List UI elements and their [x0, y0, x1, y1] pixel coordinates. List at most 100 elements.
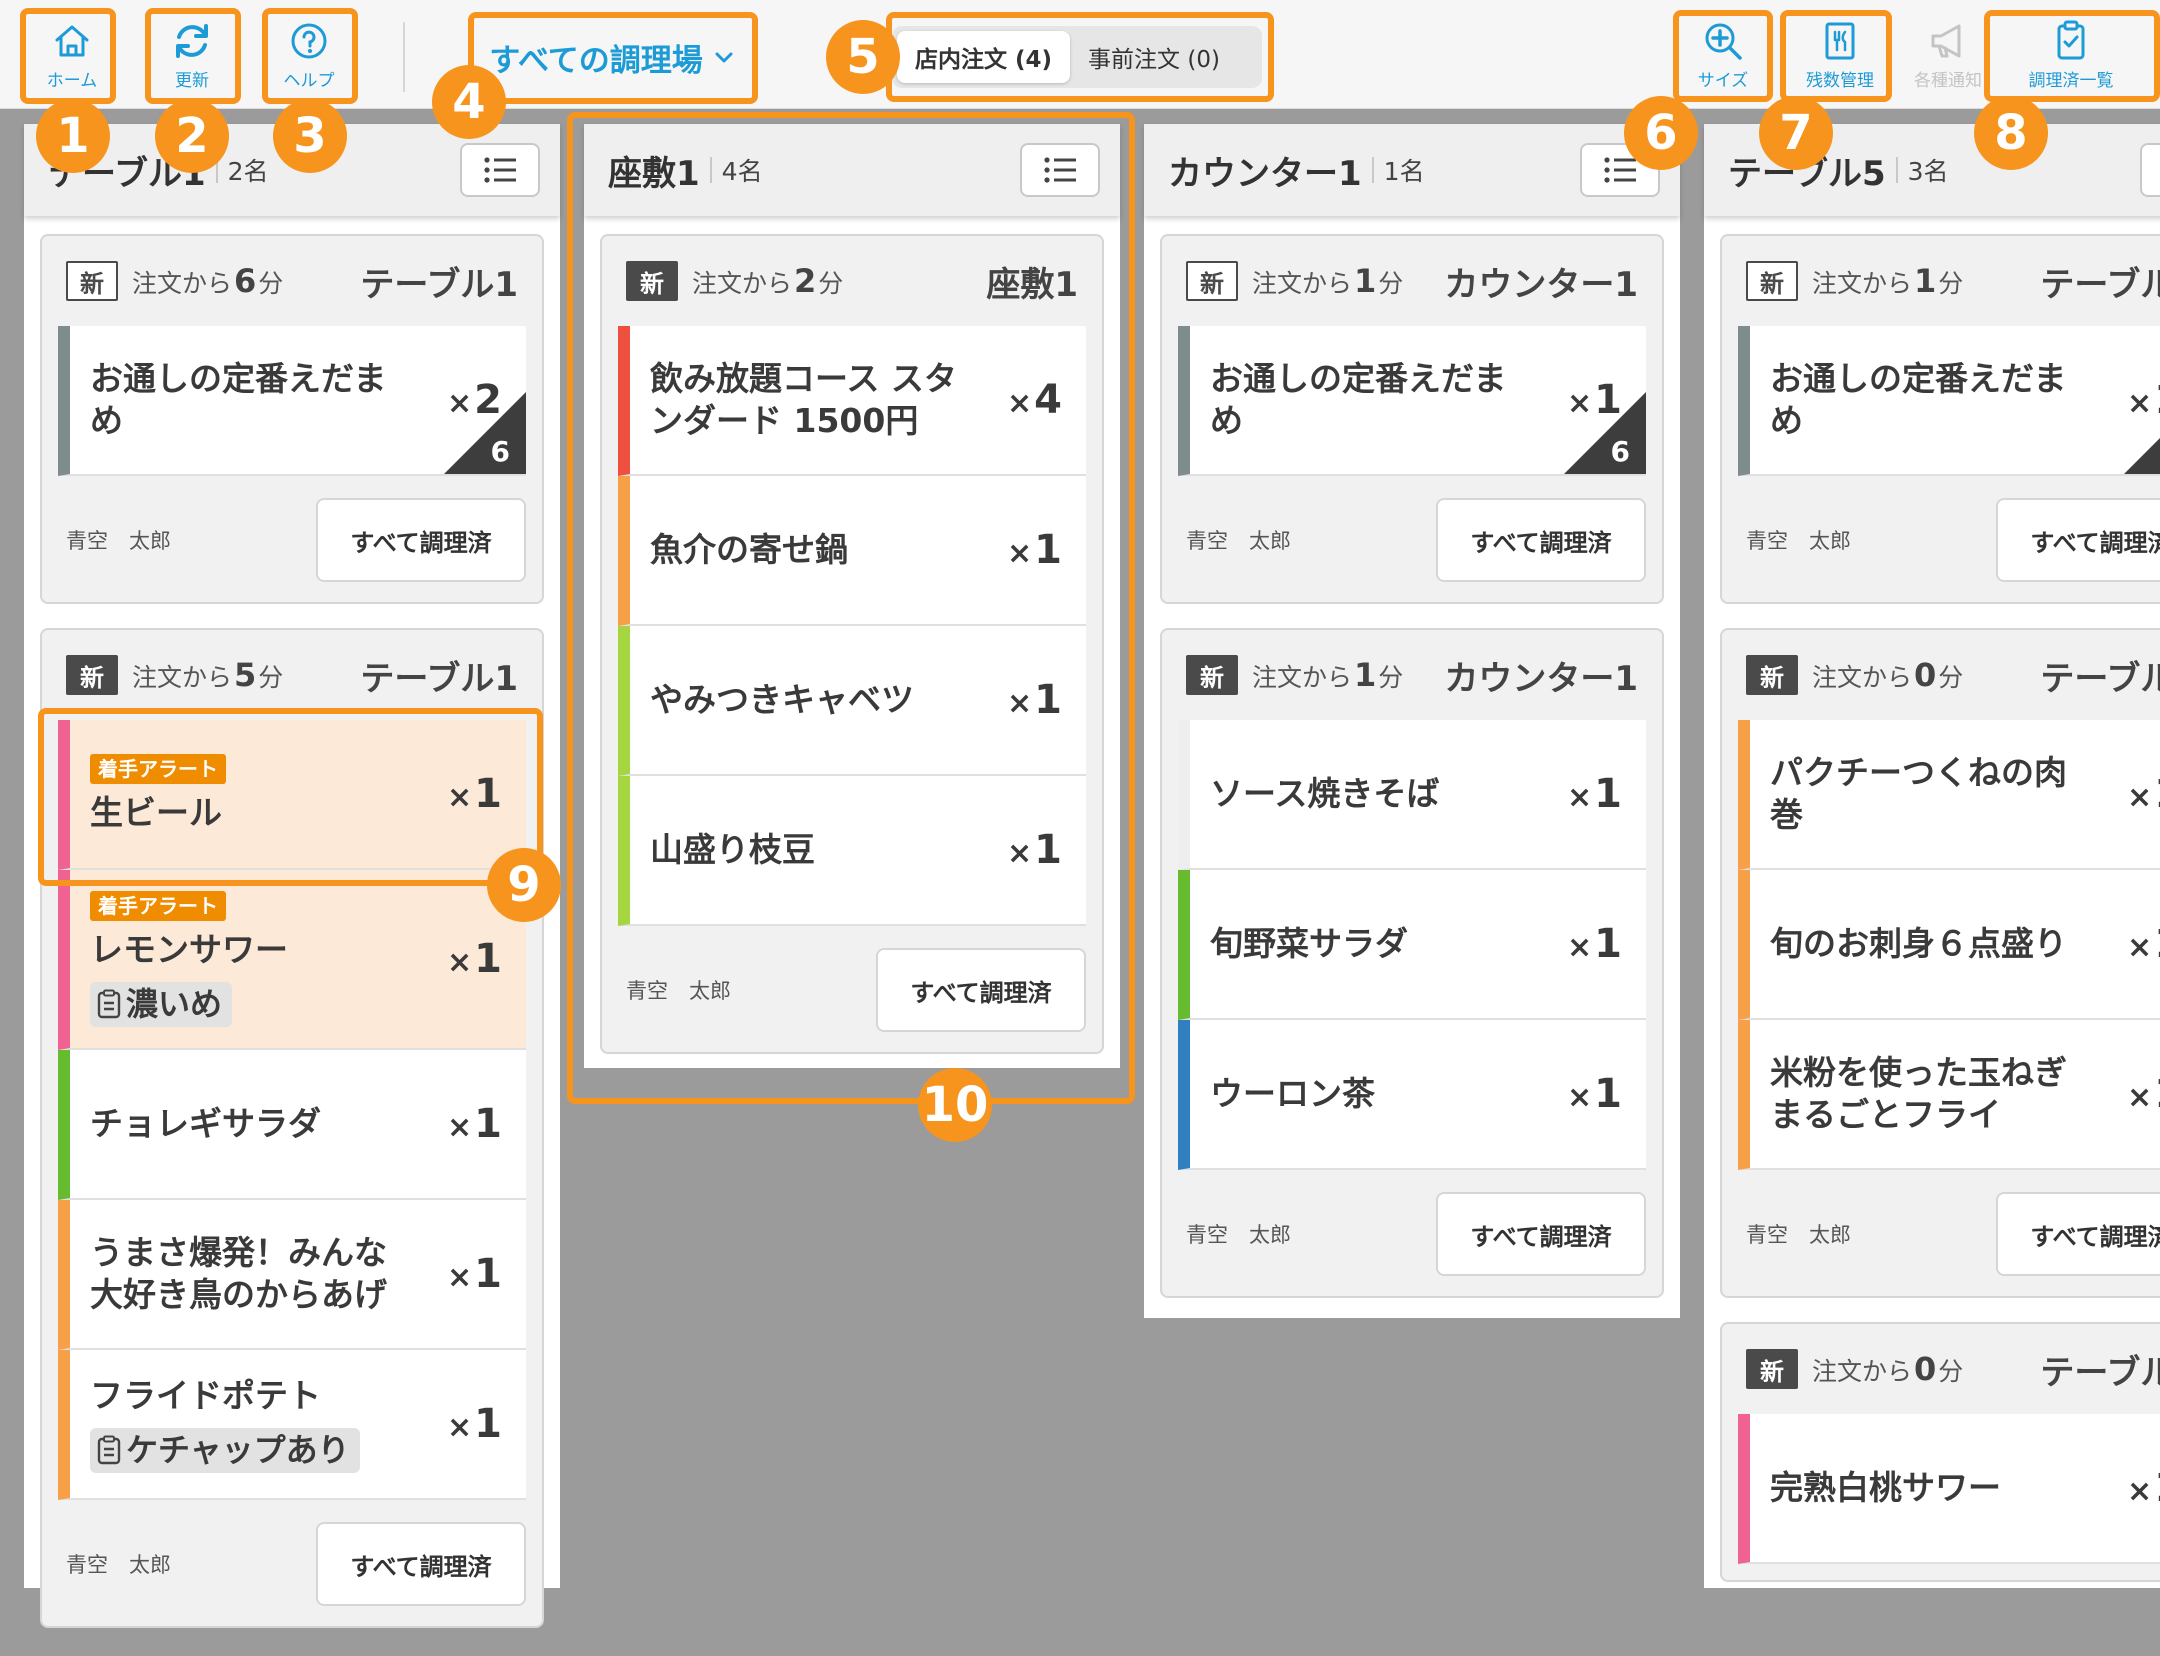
order-item[interactable]: フライドポテト ケチャップあり ×1 — [58, 1350, 526, 1500]
all-cooked-button[interactable]: すべて調理済 — [1436, 498, 1646, 582]
home-button[interactable]: ホーム — [35, 14, 109, 92]
callout-number: 4 — [432, 65, 506, 139]
order-item[interactable]: ウーロン茶 ×1 — [1178, 1020, 1646, 1170]
elapsed-minutes: 0 — [1914, 656, 1937, 694]
item-info: 米粉を使った玉ねぎまるごとフライ — [1770, 1020, 2096, 1168]
order-item[interactable]: 着手アラート 生ビール ×1 — [58, 720, 526, 870]
table-column: テーブル1 2名新注文から6分 テーブル1 お通しの定番えだまめ ×2 6 青空 太郎 すべて… — [24, 124, 560, 1628]
order-item[interactable]: 山盛り枝豆 ×1 — [618, 776, 1086, 926]
order-item[interactable]: 着手アラート レモンサワー 濃いめ ×1 — [58, 870, 526, 1050]
item-info: チョレギサラダ — [90, 1050, 416, 1198]
column-menu-button[interactable] — [1020, 143, 1100, 197]
done-list-button[interactable]: 調理済一覧 — [2008, 14, 2134, 92]
staff-name: 青空 太郎 — [626, 979, 731, 1003]
item-memo: 濃いめ — [90, 981, 233, 1027]
column-people-count: 1名 — [1383, 157, 1425, 186]
item-info: お通しの定番えだまめ — [90, 326, 416, 474]
list-menu-icon — [1044, 157, 1076, 183]
notify-button[interactable]: 各種通知 — [1906, 14, 1990, 92]
stock-button[interactable]: 残数管理 — [1798, 14, 1882, 92]
all-cooked-button[interactable]: すべて調理済 — [1996, 1192, 2160, 1276]
order-item[interactable]: やみつきキャベツ ×1 — [618, 626, 1086, 776]
order-item[interactable]: 米粉を使った玉ねぎまるごとフライ ×1 — [1738, 1020, 2160, 1170]
tab-in-store[interactable]: 店内注文 (4) — [897, 31, 1071, 83]
order-table-name: テーブル5 — [2040, 658, 2160, 699]
quantity-value: 1 — [1034, 677, 1062, 723]
memo-text: ケチャップあり — [126, 1430, 350, 1469]
item-quantity: ×1 — [447, 1401, 502, 1447]
callout-number: 1 — [36, 99, 110, 173]
order-card-header: 新注文から0分 テーブル5 — [1738, 630, 2160, 720]
quantity-value: 1 — [474, 936, 502, 982]
item-quantity: ×4 — [1007, 377, 1062, 423]
quantity-value: 1 — [1034, 827, 1062, 873]
header-divider — [1371, 157, 1374, 183]
new-badge: 新 — [66, 261, 118, 301]
item-memo: ケチャップあり — [90, 1427, 360, 1473]
item-name: レモンサワー — [90, 930, 288, 970]
column-menu-button[interactable] — [460, 143, 540, 197]
times-sign: × — [447, 1260, 473, 1295]
refresh-button[interactable]: 更新 — [155, 14, 229, 92]
times-sign: × — [1567, 1080, 1593, 1115]
quantity-value: 1 — [1594, 771, 1622, 817]
order-item[interactable]: お通しの定番えだまめ×16 — [1178, 326, 1646, 476]
elapsed-minutes: 1 — [1354, 262, 1377, 300]
order-item[interactable]: 魚介の寄せ鍋 ×1 — [618, 476, 1086, 626]
all-cooked-button[interactable]: すべて調理済 — [1996, 498, 2160, 582]
order-card-header: 新注文から1分 カウンター1 — [1178, 236, 1646, 326]
order-item[interactable]: 旬のお刺身６点盛り ×1 — [1738, 870, 2160, 1020]
order-item[interactable]: 飲み放題コース スタンダード 1500円 ×4 — [618, 326, 1086, 476]
order-item[interactable]: 完熟白桃サワー ×1 — [1738, 1414, 2160, 1564]
quantity-value: 1 — [474, 771, 502, 817]
size-button[interactable]: サイズ — [1686, 14, 1760, 92]
order-card: 新注文から6分 テーブル1 お通しの定番えだまめ ×2 6 青空 太郎 すべて調理済 — [40, 234, 544, 604]
item-quantity: ×1 — [2127, 771, 2160, 817]
order-card-footer: 青空 太郎 すべて調理済 — [1738, 1188, 2160, 1280]
all-cooked-button[interactable]: すべて調理済 — [316, 498, 526, 582]
elapsed-time: 注文から6分 — [132, 262, 283, 300]
order-card-footer: 青空 太郎 すべて調理済 — [1178, 494, 1646, 586]
order-item[interactable]: パクチーつくねの肉巻 ×1 — [1738, 720, 2160, 870]
item-name: パクチーつくねの肉巻 — [1770, 752, 2067, 834]
elapsed-time: 注文から0分 — [1812, 656, 1963, 694]
item-name: チョレギサラダ — [90, 1103, 321, 1143]
column-body: 新注文から1分テーブル5お通しの定番えだまめ×16 青空 太郎すべて調理済 新注文か… — [1704, 216, 2160, 1610]
column-header: カウンター1 1名 — [1144, 124, 1680, 216]
elapsed-prefix: 注文から — [692, 269, 793, 298]
tab-pre-order[interactable]: 事前注文 (0) — [1070, 31, 1238, 83]
order-card-header: 新注文から1分 テーブル5 — [1738, 236, 2160, 326]
header-divider — [1895, 157, 1898, 183]
column-menu-button[interactable] — [2140, 143, 2160, 197]
all-cooked-button[interactable]: すべて調理済 — [876, 948, 1086, 1032]
order-table-name: テーブル1 — [360, 658, 518, 699]
elapsed-minutes: 1 — [1354, 656, 1377, 694]
quantity-value: 1 — [1594, 921, 1622, 967]
help-label: ヘルプ — [283, 71, 335, 91]
help-button[interactable]: ヘルプ — [272, 14, 346, 92]
order-item[interactable]: お通しの定番えだまめ ×2 6 — [58, 326, 526, 476]
elapsed-time: 注文から0分 — [1812, 1350, 1963, 1388]
item-name: 旬野菜サラダ — [1210, 923, 1408, 963]
all-cooked-button[interactable]: すべて調理済 — [316, 1522, 526, 1606]
help-icon — [291, 23, 327, 59]
order-item[interactable]: お通しの定番えだまめ×16 — [1738, 326, 2160, 476]
column-people-count: 4名 — [721, 157, 763, 186]
elapsed-minutes: 2 — [794, 262, 817, 300]
elapsed-suffix: 分 — [1378, 663, 1404, 692]
elapsed-prefix: 注文から — [1812, 1357, 1913, 1386]
order-item[interactable]: チョレギサラダ ×1 — [58, 1050, 526, 1200]
elapsed-minutes: 1 — [1914, 262, 1937, 300]
quantity-value: 1 — [2154, 771, 2160, 817]
item-info: フライドポテト ケチャップあり — [90, 1350, 416, 1498]
order-item[interactable]: 旬野菜サラダ ×1 — [1178, 870, 1646, 1020]
order-item[interactable]: うまさ爆発！みんな大好き鳥のからあげ ×1 — [58, 1200, 526, 1350]
station-selector[interactable]: すべての調理場 — [472, 16, 752, 98]
item-info: 完熟白桃サワー — [1770, 1414, 2096, 1562]
all-cooked-button[interactable]: すべて調理済 — [1436, 1192, 1646, 1276]
callout-number: 7 — [1759, 96, 1833, 170]
item-quantity: ×1 — [1007, 527, 1062, 573]
new-badge: 新 — [1746, 261, 1798, 301]
order-item[interactable]: ソース焼きそば ×1 — [1178, 720, 1646, 870]
order-type-tabs: 店内注文 (4) 事前注文 (0) — [892, 26, 1262, 88]
